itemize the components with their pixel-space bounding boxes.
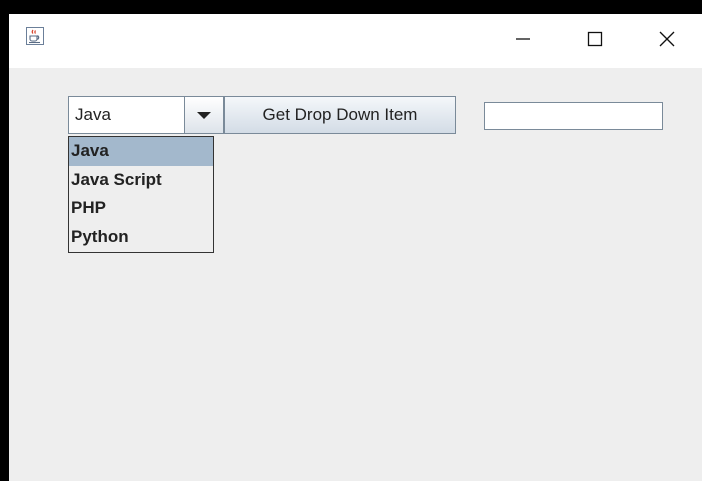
dropdown-item-python[interactable]: Python	[69, 223, 213, 252]
maximize-icon	[587, 31, 603, 52]
minimize-button[interactable]	[495, 14, 551, 68]
java-cup-icon[interactable]	[26, 27, 44, 45]
get-drop-down-item-button[interactable]: Get Drop Down Item	[224, 96, 456, 134]
close-icon	[658, 30, 676, 53]
language-combo-box[interactable]: Java	[68, 96, 224, 134]
app-window: Java Java Java Script PHP Python Get Dro…	[0, 0, 702, 481]
combo-selected-value[interactable]: Java	[69, 97, 185, 133]
combo-dropdown-list: Java Java Script PHP Python	[68, 136, 214, 253]
dropdown-item-php[interactable]: PHP	[69, 194, 213, 223]
close-button[interactable]	[639, 14, 695, 68]
result-text-field[interactable]	[484, 102, 663, 130]
content-panel: Java Java Java Script PHP Python Get Dro…	[9, 68, 702, 481]
chevron-down-icon	[197, 111, 211, 119]
combo-arrow-button[interactable]	[185, 97, 223, 133]
dropdown-item-java-script[interactable]: Java Script	[69, 166, 213, 195]
title-bar[interactable]	[9, 14, 702, 68]
maximize-button[interactable]	[567, 14, 623, 68]
dropdown-item-java[interactable]: Java	[69, 137, 213, 166]
minimize-icon	[515, 31, 531, 52]
